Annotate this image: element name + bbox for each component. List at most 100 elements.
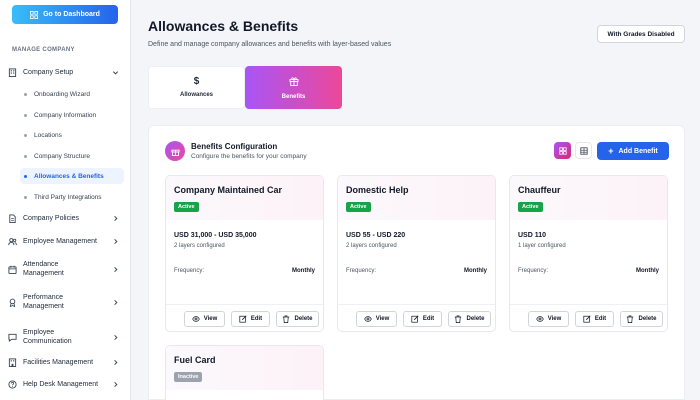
delete-button[interactable]: Delete xyxy=(620,311,663,327)
delete-button[interactable]: Delete xyxy=(276,311,319,327)
add-benefit-label: Add Benefit xyxy=(618,147,658,155)
bullet-icon xyxy=(24,113,27,117)
document-icon xyxy=(8,214,17,223)
table-view-toggle[interactable] xyxy=(575,142,592,159)
chevron-right-icon xyxy=(112,359,119,366)
sidebar-item-facilities-management[interactable]: Facilities Management xyxy=(8,358,125,367)
edit-label: Edit xyxy=(594,316,607,322)
edit-icon xyxy=(411,315,419,323)
eye-icon xyxy=(363,316,372,322)
sidebar-item-attendance-management[interactable]: Attendance Management xyxy=(8,260,125,278)
frequency-value: Monthly xyxy=(292,268,315,274)
divider xyxy=(166,304,323,305)
sidebar-subitem-company-information[interactable]: Company Information xyxy=(20,107,124,123)
card-header: Chauffeur Active xyxy=(510,176,667,220)
edit-label: Edit xyxy=(250,316,263,322)
view-button[interactable]: View xyxy=(184,311,225,327)
building-icon xyxy=(8,358,17,367)
edit-icon xyxy=(239,315,247,323)
eye-icon xyxy=(535,316,544,322)
subitem-label: Locations xyxy=(34,131,62,139)
chevron-right-icon xyxy=(112,334,119,341)
card-title: Domestic Help xyxy=(346,185,409,195)
tab-benefits[interactable]: Benefits xyxy=(245,66,342,109)
message-icon xyxy=(8,333,17,342)
edit-button[interactable]: Edit xyxy=(575,311,614,327)
benefit-card-domestic-help: Domestic Help Active USD 55 - USD 220 2 … xyxy=(337,175,496,332)
chevron-right-icon xyxy=(112,215,119,222)
chevron-right-icon xyxy=(112,266,119,273)
add-benefit-button[interactable]: + Add Benefit xyxy=(597,142,669,160)
delete-button[interactable]: Delete xyxy=(448,311,491,327)
sidebar-item-employee-communication[interactable]: Employee Communication xyxy=(8,328,125,346)
view-button[interactable]: View xyxy=(528,311,569,327)
divider xyxy=(510,304,667,305)
status-badge: Active xyxy=(346,202,371,212)
config-title: Benefits Configuration xyxy=(191,142,278,151)
subitem-label: Third Party Integrations xyxy=(34,193,102,201)
sidebar-item-label: Company Policies xyxy=(23,215,80,222)
benefit-card-fuel-card: Fuel Card Inactive xyxy=(165,345,324,400)
delete-label: Delete xyxy=(466,316,485,322)
sidebar-item-company-setup[interactable]: Company Setup xyxy=(8,68,125,77)
sidebar: Go to Dashboard MANAGE COMPANY Company S… xyxy=(0,0,131,400)
sidebar-item-label: Employee Communication xyxy=(23,329,72,345)
status-badge: Active xyxy=(174,202,199,212)
card-title: Company Maintained Car xyxy=(174,185,283,195)
tab-label: Allowances xyxy=(179,92,213,98)
frequency-label: Frequency: xyxy=(346,268,377,274)
sidebar-subitem-company-structure[interactable]: Company Structure xyxy=(20,148,124,164)
delete-label: Delete xyxy=(638,316,657,322)
delete-label: Delete xyxy=(294,316,313,322)
edit-button[interactable]: Edit xyxy=(231,311,270,327)
gift-icon xyxy=(165,141,185,161)
edit-button[interactable]: Edit xyxy=(403,311,442,327)
sidebar-subitem-allowances-benefits[interactable]: Allowances & Benefits xyxy=(20,168,124,184)
card-title: Fuel Card xyxy=(174,355,216,365)
frequency-label: Frequency: xyxy=(174,268,205,274)
view-label: View xyxy=(375,316,390,322)
trash-icon xyxy=(283,315,290,323)
edit-label: Edit xyxy=(422,316,435,322)
config-subtitle: Configure the benefits for your company xyxy=(191,153,307,160)
go-to-dashboard-button[interactable]: Go to Dashboard xyxy=(12,5,118,24)
subitem-label: Company Structure xyxy=(34,152,90,160)
view-button[interactable]: View xyxy=(356,311,397,327)
sidebar-subitem-locations[interactable]: Locations xyxy=(20,127,124,143)
table-icon xyxy=(579,146,588,155)
building-icon xyxy=(8,68,17,77)
sidebar-subitem-third-party-integrations[interactable]: Third Party Integrations xyxy=(20,189,124,205)
status-badge: Active xyxy=(518,202,543,212)
grid-icon xyxy=(30,10,39,19)
sidebar-item-label: Employee Management xyxy=(23,238,97,245)
trash-icon xyxy=(455,315,462,323)
edit-icon xyxy=(583,315,591,323)
sidebar-item-label: Performance Management xyxy=(23,294,64,310)
dashboard-button-label: Go to Dashboard xyxy=(43,11,100,18)
sidebar-item-help-desk-management[interactable]: Help Desk Management xyxy=(8,380,125,389)
card-layers: 2 layers configured xyxy=(174,243,225,249)
divider xyxy=(338,304,495,305)
card-header: Company Maintained Car Active xyxy=(166,176,323,220)
chevron-right-icon xyxy=(112,238,119,245)
card-range: USD 110 xyxy=(518,232,547,239)
frequency-value: Monthly xyxy=(636,268,659,274)
card-title: Chauffeur xyxy=(518,185,561,195)
grid-view-toggle[interactable] xyxy=(554,142,571,159)
with-grades-disabled-button[interactable]: With Grades Disabled xyxy=(597,25,685,43)
sidebar-item-employee-management[interactable]: Employee Management xyxy=(8,237,125,246)
dollar-icon: $ xyxy=(193,76,200,87)
sidebar-item-company-policies[interactable]: Company Policies xyxy=(8,214,125,223)
sidebar-subitem-onboarding-wizard[interactable]: Onboarding Wizard xyxy=(20,86,124,102)
calendar-icon xyxy=(8,265,17,274)
card-layers: 2 layers configured xyxy=(346,243,397,249)
eye-icon xyxy=(191,316,200,322)
sidebar-item-performance-management[interactable]: Performance Management xyxy=(8,293,125,311)
tab-label: Benefits xyxy=(281,93,306,100)
sidebar-item-label: Company Setup xyxy=(23,69,74,76)
card-range: USD 31,000 - USD 35,000 xyxy=(174,232,257,239)
card-header: Domestic Help Active xyxy=(338,176,495,220)
bullet-icon xyxy=(24,195,27,199)
tab-allowances[interactable]: $ Allowances xyxy=(148,66,245,109)
subitem-label: Onboarding Wizard xyxy=(34,90,90,98)
